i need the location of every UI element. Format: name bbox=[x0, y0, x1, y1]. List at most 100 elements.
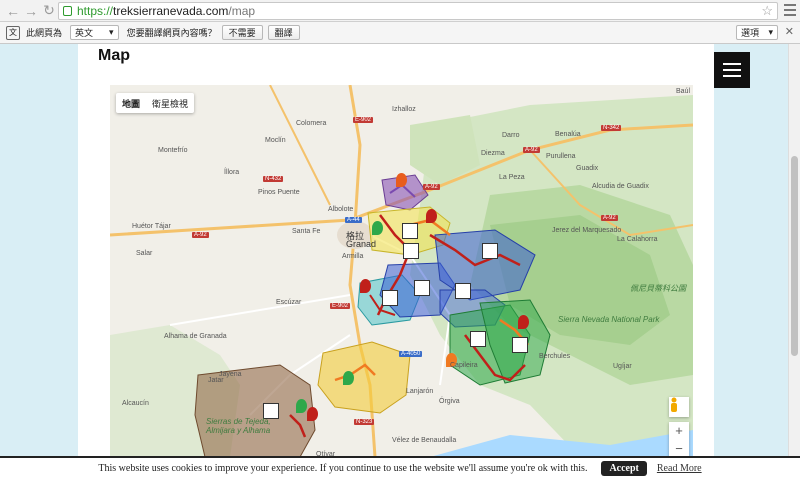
address-bar[interactable]: https:// treksierranevada.com /map ☆ bbox=[58, 2, 778, 20]
map-marker-icon[interactable] bbox=[343, 371, 354, 385]
map-place-label: Jatar bbox=[208, 377, 224, 384]
decline-button[interactable]: 不需要 bbox=[221, 25, 263, 40]
map-road-label: A-4050 bbox=[399, 351, 423, 357]
cookie-message: This website uses cookies to improve you… bbox=[98, 463, 588, 474]
map-place-label: Salar bbox=[136, 250, 153, 257]
cookie-read-more-link[interactable]: Read More bbox=[657, 463, 702, 474]
map-marker-icon[interactable] bbox=[296, 399, 307, 413]
reload-icon[interactable]: ↻ bbox=[40, 2, 58, 20]
map-place-label: Santa Fe bbox=[292, 228, 321, 235]
language-select[interactable]: 英文 ▾ bbox=[70, 25, 119, 40]
zoom-control: + − bbox=[669, 422, 689, 457]
map-place-label: Purullena bbox=[546, 153, 576, 160]
map-road-label: A-92 bbox=[192, 232, 209, 238]
hiker-icon[interactable] bbox=[512, 337, 528, 353]
map-place-label: Moclín bbox=[265, 137, 286, 144]
hiker-icon[interactable] bbox=[403, 243, 419, 259]
hamburger-menu-button[interactable] bbox=[714, 52, 750, 88]
hiker-icon[interactable] bbox=[470, 331, 486, 347]
options-label: 選項 bbox=[741, 28, 760, 38]
map-park-label: Sierras de Tejeda, Almijara y Alhama bbox=[206, 417, 271, 435]
language-value: 英文 bbox=[75, 28, 94, 38]
map-road-label: A-92 bbox=[601, 215, 618, 221]
satellite-type-button[interactable]: 衛星檢視 bbox=[146, 93, 194, 113]
translate-bar: 文 此網頁為 英文 ▾ 您要翻譯網頁內容嗎？ 不需要 翻譯 選項 ▾ ✕ bbox=[0, 22, 800, 44]
hiker-icon[interactable] bbox=[402, 223, 418, 239]
cookie-banner: This website uses cookies to improve you… bbox=[0, 456, 800, 479]
map-place-label: Benalúa bbox=[555, 131, 581, 138]
map-place-label: Vélez de Benaudalla bbox=[392, 437, 457, 444]
map-marker-icon[interactable] bbox=[360, 279, 371, 293]
map-place-label: Jerez del Marquesado bbox=[552, 227, 622, 234]
map-road-label: E-902 bbox=[330, 303, 351, 309]
map-place-label: Montefrío bbox=[158, 147, 188, 154]
url-path: /map bbox=[228, 4, 256, 18]
map-place-label: Alcaucín bbox=[122, 400, 149, 407]
map-place-label: Sierra Nevada National Park bbox=[558, 315, 660, 324]
scrollbar-thumb[interactable] bbox=[791, 156, 798, 356]
map-place-label: Escúzar bbox=[276, 299, 302, 306]
map-marker-icon[interactable] bbox=[426, 209, 437, 223]
map-road-label: A-92 bbox=[423, 184, 440, 190]
map-place-label: Izhalloz bbox=[392, 106, 416, 113]
map-road-label: N-342 bbox=[601, 125, 622, 131]
chevron-down-icon: ▾ bbox=[109, 27, 114, 37]
map-road-label: N-432 bbox=[263, 176, 284, 182]
map-place-label: Íllora bbox=[224, 169, 240, 176]
translate-prompt: 您要翻譯網頁內容嗎？ bbox=[126, 28, 217, 38]
map-road-label: E-902 bbox=[353, 117, 374, 123]
page-scrollbar[interactable] bbox=[788, 44, 800, 456]
map-place-label: La Calahorra bbox=[617, 236, 658, 243]
lock-icon bbox=[63, 6, 72, 16]
url-scheme: https:// bbox=[77, 4, 114, 18]
map-place-label: Pinos Puente bbox=[258, 189, 300, 196]
map-place-label: Huétor Tájar bbox=[132, 223, 171, 230]
map-marker-icon[interactable] bbox=[396, 173, 407, 187]
map-place-label: Colomera bbox=[296, 120, 327, 127]
map-place-label: Alcudia de Guadix bbox=[592, 183, 649, 190]
close-icon[interactable]: ✕ bbox=[785, 25, 794, 38]
forward-icon[interactable]: → bbox=[22, 2, 40, 20]
translate-label: 此網頁為 bbox=[26, 28, 63, 38]
map-place-label: Ugíjar bbox=[613, 363, 632, 370]
zoom-in-button[interactable]: + bbox=[675, 422, 683, 440]
street-view-pegman-icon[interactable] bbox=[669, 397, 689, 417]
map-marker-icon[interactable] bbox=[518, 315, 529, 329]
options-select[interactable]: 選項 ▾ bbox=[736, 25, 778, 40]
map-place-label: Órgiva bbox=[439, 398, 460, 405]
map-type-control: 地圖 衛星檢視 bbox=[116, 93, 195, 113]
back-icon[interactable]: ← bbox=[4, 2, 22, 20]
map-place-label: Granad bbox=[346, 239, 377, 249]
map-place-label: Capileira bbox=[450, 362, 478, 369]
page-title: Map bbox=[98, 47, 130, 64]
map-marker-icon[interactable] bbox=[307, 407, 318, 421]
hiker-icon[interactable] bbox=[482, 243, 498, 259]
map-place-label: La Peza bbox=[499, 174, 525, 181]
hiker-icon[interactable] bbox=[382, 290, 398, 306]
map-canvas bbox=[110, 85, 693, 457]
map-park-label: 佩尼貝蒂科公園 bbox=[630, 284, 686, 293]
map-place-label: Albolote bbox=[328, 206, 354, 213]
map-place-label: Alhama de Granada bbox=[164, 333, 227, 340]
map[interactable]: Izhalloz Baúl Colomera Benalúa Darro Diezma Pu… bbox=[110, 85, 693, 457]
chevron-down-icon: ▾ bbox=[768, 27, 773, 37]
hiker-icon[interactable] bbox=[455, 283, 471, 299]
browser-menu-icon[interactable] bbox=[784, 3, 796, 17]
zoom-out-button[interactable]: − bbox=[675, 440, 683, 457]
map-place-label: Berchules bbox=[539, 353, 571, 360]
map-place-label: Guadix bbox=[576, 165, 599, 172]
url-host: treksierranevada.com bbox=[113, 4, 229, 18]
map-place-label: Armilla bbox=[342, 253, 364, 260]
map-place-label: Darro bbox=[502, 132, 520, 139]
map-marker-icon[interactable] bbox=[372, 221, 383, 235]
map-type-button[interactable]: 地圖 bbox=[116, 93, 146, 113]
map-place-label: Baúl bbox=[676, 88, 691, 95]
translate-icon: 文 bbox=[6, 25, 20, 40]
bookmark-star-icon[interactable]: ☆ bbox=[761, 3, 773, 19]
map-road-label: A-44 bbox=[345, 217, 362, 223]
map-road-label: N-323 bbox=[354, 419, 375, 425]
translate-button[interactable]: 翻譯 bbox=[267, 25, 300, 40]
map-place-label: Diezma bbox=[481, 150, 505, 157]
cookie-accept-button[interactable]: Accept bbox=[601, 461, 647, 476]
hiker-icon[interactable] bbox=[414, 280, 430, 296]
